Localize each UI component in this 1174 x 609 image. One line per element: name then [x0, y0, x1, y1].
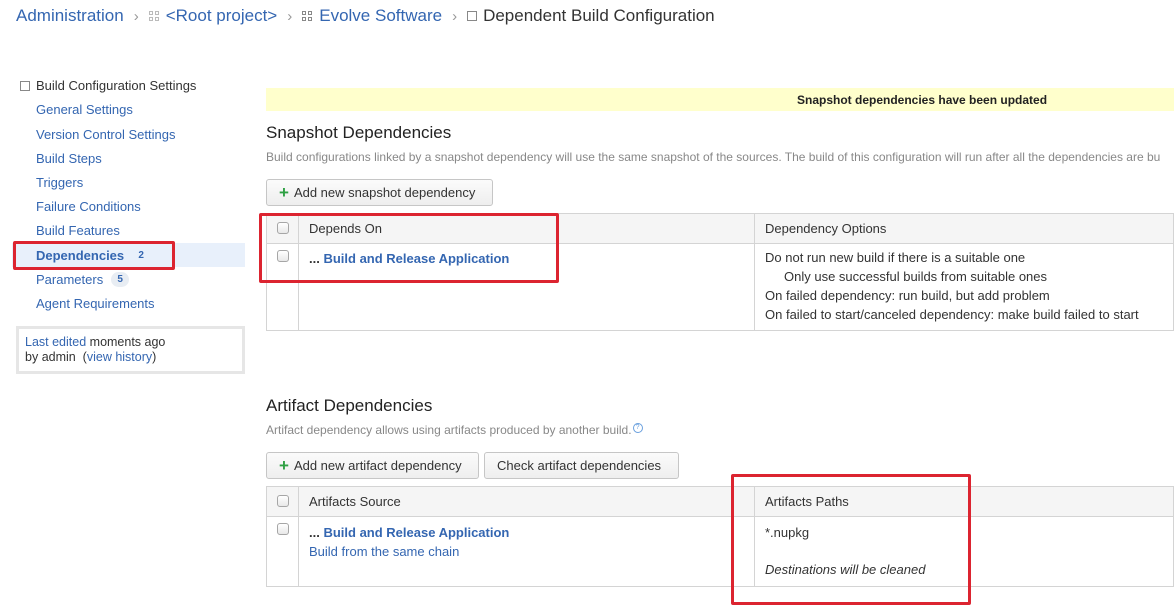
dependency-option: Only use successful builds from suitable…	[784, 269, 1048, 284]
breadcrumb-administration[interactable]: Administration	[16, 6, 124, 26]
dependency-option: Do not run new build if there is a suita…	[765, 250, 1026, 265]
artifact-source-link[interactable]: Build and Release Application	[323, 525, 509, 540]
count-badge: 5	[111, 271, 130, 287]
column-header-artifacts-paths: Artifacts Paths	[754, 486, 1174, 517]
view-history-link[interactable]: view history	[87, 350, 152, 364]
dependency-option: On failed to start/canceled dependency: …	[765, 307, 1139, 322]
row-checkbox[interactable]	[276, 250, 289, 262]
project-icon	[302, 11, 313, 21]
last-edited-box: Last edited moments ago by admin (view h…	[16, 326, 245, 374]
dependency-link[interactable]: Build and Release Application	[323, 251, 509, 266]
chevron-right-icon: ›	[287, 7, 293, 25]
artifact-dependencies-title: Artifact Dependencies	[266, 396, 433, 415]
row-checkbox[interactable]	[276, 523, 289, 535]
sidebar-item-label: Parameters	[36, 271, 104, 287]
sidebar-item-general-settings[interactable]: General Settings	[12, 97, 245, 121]
sidebar-header-label: Build Configuration Settings	[36, 78, 197, 93]
ellipsis-prefix: ...	[309, 251, 320, 266]
sidebar-item-dependencies[interactable]: Dependencies 2	[12, 243, 245, 267]
add-snapshot-dependency-button[interactable]: + Add new snapshot dependency	[266, 179, 493, 206]
column-header-dependency-options: Dependency Options	[754, 213, 1174, 244]
artifact-path: *.nupkg	[765, 525, 810, 540]
build-config-icon	[20, 80, 30, 91]
ellipsis-prefix: ...	[309, 525, 320, 540]
breadcrumb-root-project[interactable]: <Root project>	[166, 6, 278, 26]
last-edited-by-label: by	[25, 350, 39, 364]
plus-icon: +	[279, 456, 289, 475]
sidebar-item-build-features[interactable]: Build Features	[12, 218, 245, 242]
add-artifact-dependency-label: Add new artifact dependency	[293, 458, 462, 473]
snapshot-dependencies-description: Build configurations linked by a snapsho…	[266, 150, 1161, 164]
sidebar-item-failure-conditions[interactable]: Failure Conditions	[12, 194, 245, 218]
column-header-artifacts-source: Artifacts Source	[298, 486, 755, 517]
snapshot-dependencies-title: Snapshot Dependencies	[266, 123, 452, 142]
build-config-icon	[467, 11, 478, 21]
column-header-depends-on: Depends On	[298, 213, 755, 244]
sidebar-item-triggers[interactable]: Triggers	[12, 170, 245, 194]
project-icon	[148, 11, 159, 21]
dependency-option: On failed dependency: run build, but add…	[765, 288, 1050, 303]
artifact-description-text: Artifact dependency allows using artifac…	[266, 423, 632, 437]
notice-text: Snapshot dependencies have been updated	[797, 93, 1048, 107]
plus-icon: +	[279, 183, 289, 202]
sidebar-item-label: Build Steps	[36, 150, 102, 166]
count-badge: 2	[138, 249, 144, 261]
sidebar-item-agent-requirements[interactable]: Agent Requirements	[12, 291, 245, 315]
sidebar-item-label: Build Features	[36, 222, 120, 238]
sidebar-item-version-control-settings[interactable]: Version Control Settings	[12, 122, 245, 146]
source-detail-link[interactable]: Build from the same chain	[309, 544, 459, 559]
destination-note: Destinations will be cleaned	[765, 562, 926, 577]
success-notice: Snapshot dependencies have been updated	[266, 88, 1174, 111]
sidebar-header: Build Configuration Settings	[20, 78, 196, 93]
sidebar-item-label: Version Control Settings	[36, 126, 176, 142]
chevron-right-icon: ›	[452, 7, 458, 25]
add-artifact-dependency-button[interactable]: + Add new artifact dependency	[266, 452, 479, 479]
sidebar-item-label: Triggers	[36, 174, 84, 190]
sidebar-item-parameters[interactable]: Parameters 5	[12, 267, 245, 291]
table-row: ... Build and Release Application Build …	[266, 516, 1174, 587]
table-row: ... Build and Release Application Do not…	[266, 243, 1174, 331]
snapshot-dependencies-table: Depends On Dependency Options ... Build …	[266, 213, 1174, 331]
sidebar-item-label: Dependencies	[36, 247, 125, 263]
sidebar-item-label: Failure Conditions	[36, 198, 141, 214]
help-icon[interactable]: ?	[632, 423, 643, 433]
table-header-row: Depends On Dependency Options	[266, 213, 1174, 244]
table-header-row: Artifacts Source Artifacts Paths	[266, 486, 1174, 517]
breadcrumb: Administration › <Root project> › Evolve…	[16, 5, 715, 27]
breadcrumb-evolve-software[interactable]: Evolve Software	[319, 6, 442, 26]
artifact-dependencies-table: Artifacts Source Artifacts Paths ... Bui…	[266, 486, 1174, 587]
add-snapshot-dependency-label: Add new snapshot dependency	[293, 185, 476, 200]
check-artifact-dependencies-label: Check artifact dependencies	[497, 458, 662, 473]
breadcrumb-current: Dependent Build Configuration	[483, 6, 715, 25]
select-all-checkbox[interactable]	[276, 222, 289, 234]
last-edited-when: moments ago	[89, 335, 166, 349]
select-all-checkbox[interactable]	[276, 495, 289, 507]
sidebar-item-label: Agent Requirements	[36, 295, 155, 311]
artifact-dependencies-description: Artifact dependency allows using artifac…	[266, 423, 643, 437]
last-edited-link[interactable]: Last edited	[25, 335, 86, 349]
check-artifact-dependencies-button[interactable]: Check artifact dependencies	[484, 452, 679, 479]
chevron-right-icon: ›	[133, 7, 139, 25]
sidebar-item-build-steps[interactable]: Build Steps	[12, 146, 245, 170]
sidebar-item-label: General Settings	[36, 101, 133, 117]
last-edited-user: admin	[41, 350, 76, 364]
